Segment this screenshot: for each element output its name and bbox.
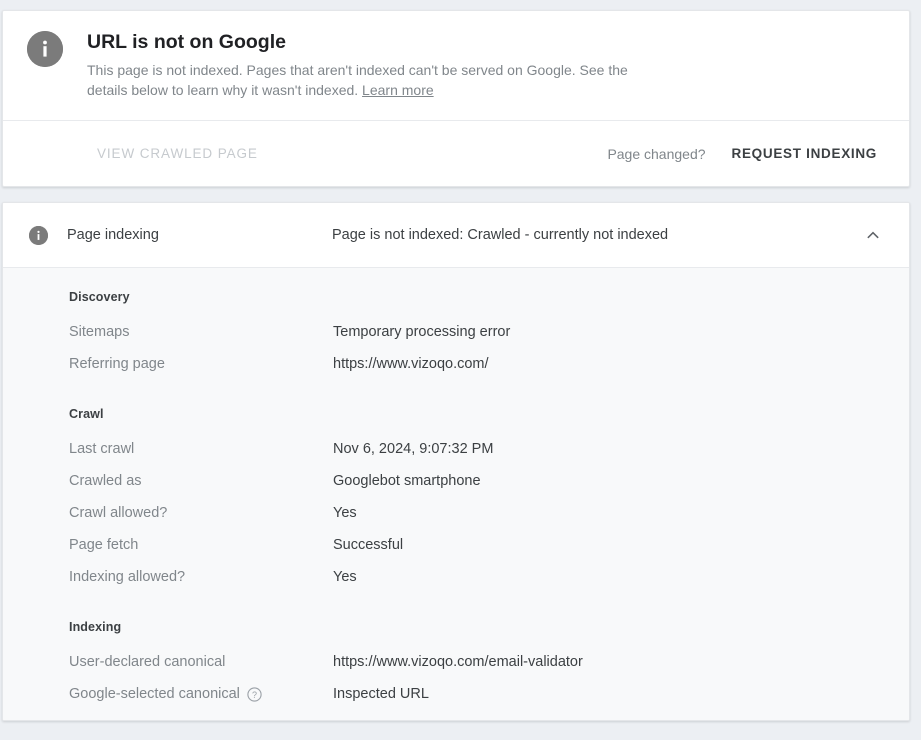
page-indexing-header[interactable]: Page indexing Page is not indexed: Crawl… xyxy=(3,203,909,267)
request-indexing-button[interactable]: REQUEST INDEXING xyxy=(724,146,885,161)
status-text-block: URL is not on Google This page is not in… xyxy=(87,29,885,100)
detail-row-key: User-declared canonical xyxy=(69,654,333,670)
status-icon-wrap xyxy=(27,29,63,67)
detail-row: Crawled as Googlebot smartphone xyxy=(69,465,885,497)
detail-row: Google-selected canonical? Inspected URL xyxy=(69,678,885,710)
detail-row-key-label: Page fetch xyxy=(69,537,139,553)
detail-row-key-label: User-declared canonical xyxy=(69,654,226,670)
detail-row-key-label: Crawl allowed? xyxy=(69,505,168,521)
detail-row: User-declared canonical https://www.vizoq… xyxy=(69,646,885,678)
svg-text:?: ? xyxy=(252,689,257,699)
detail-row-value: Successful xyxy=(333,537,404,553)
detail-row: Indexing allowed? Yes xyxy=(69,561,885,593)
section-heading: Discovery xyxy=(69,290,130,304)
detail-row-key: Crawled as xyxy=(69,473,333,489)
detail-row-value: https://www.vizoqo.com/email-validator xyxy=(333,654,583,670)
detail-row: Referring page https://www.vizoqo.com/ xyxy=(69,348,885,380)
url-status-body: URL is not on Google This page is not in… xyxy=(3,11,909,120)
detail-row-value: Yes xyxy=(333,505,357,521)
detail-row-value: Nov 6, 2024, 9:07:32 PM xyxy=(333,441,494,457)
chevron-up-icon[interactable] xyxy=(861,223,885,247)
status-description: This page is not indexed. Pages that are… xyxy=(87,60,667,100)
detail-section: Discovery Sitemaps Temporary processing er… xyxy=(69,290,885,380)
learn-more-link[interactable]: Learn more xyxy=(362,82,434,98)
detail-row-value: Inspected URL xyxy=(333,686,429,702)
detail-section: Crawl Last crawl Nov 6, 2024, 9:07:32 PM Cr… xyxy=(69,407,885,593)
page-indexing-card: Page indexing Page is not indexed: Crawl… xyxy=(2,202,910,721)
detail-row-key: Referring page xyxy=(69,356,333,372)
detail-row: Last crawl Nov 6, 2024, 9:07:32 PM xyxy=(69,433,885,465)
detail-row-key-label: Last crawl xyxy=(69,441,135,457)
section-heading: Crawl xyxy=(69,407,104,421)
status-actions-right: Page changed? REQUEST INDEXING xyxy=(607,146,885,162)
page-title: URL is not on Google xyxy=(87,31,286,53)
detail-row-value: Temporary processing error xyxy=(333,324,511,340)
detail-row-value: Yes xyxy=(333,569,357,585)
detail-row-key: Sitemaps xyxy=(69,324,333,340)
detail-row-value: https://www.vizoqo.com/ xyxy=(333,356,489,372)
status-description-text: This page is not indexed. Pages that are… xyxy=(87,62,628,98)
detail-row-key: Crawl allowed? xyxy=(69,505,333,521)
detail-row-key-label: Google-selected canonical xyxy=(69,686,240,702)
detail-row: Page fetch Successful xyxy=(69,529,885,561)
info-circle-icon xyxy=(27,31,63,67)
detail-section: Indexing User-declared canonical https://w… xyxy=(69,620,885,710)
url-inspection-page: URL is not on Google This page is not in… xyxy=(0,0,921,740)
detail-row-key-label: Sitemaps xyxy=(69,324,130,340)
view-crawled-page-button[interactable]: VIEW CRAWLED PAGE xyxy=(89,146,266,161)
detail-row: Sitemaps Temporary processing error xyxy=(69,316,885,348)
section-heading: Indexing xyxy=(69,620,122,634)
help-circle-icon[interactable]: ? xyxy=(247,686,262,702)
page-changed-label: Page changed? xyxy=(607,145,706,162)
detail-row-key: Page fetch xyxy=(69,537,333,553)
detail-row-key-label: Indexing allowed? xyxy=(69,569,186,585)
detail-row-key: Indexing allowed? xyxy=(69,569,333,585)
page-indexing-label: Page indexing xyxy=(67,227,159,243)
detail-row-key-label: Crawled as xyxy=(69,473,142,489)
detail-row-key: Google-selected canonical? xyxy=(69,686,333,702)
detail-row-value: Googlebot smartphone xyxy=(333,473,481,489)
detail-row: Crawl allowed? Yes xyxy=(69,497,885,529)
info-circle-icon xyxy=(29,225,48,245)
page-indexing-details: Discovery Sitemaps Temporary processing er… xyxy=(3,267,909,720)
detail-row-key-label: Referring page xyxy=(69,356,165,372)
detail-row-key: Last crawl xyxy=(69,441,333,457)
url-status-card: URL is not on Google This page is not in… xyxy=(2,10,910,187)
page-indexing-status: Page is not indexed: Crawled - currently… xyxy=(332,227,669,243)
status-actions-bar: VIEW CRAWLED PAGE Page changed? REQUEST … xyxy=(3,120,909,186)
